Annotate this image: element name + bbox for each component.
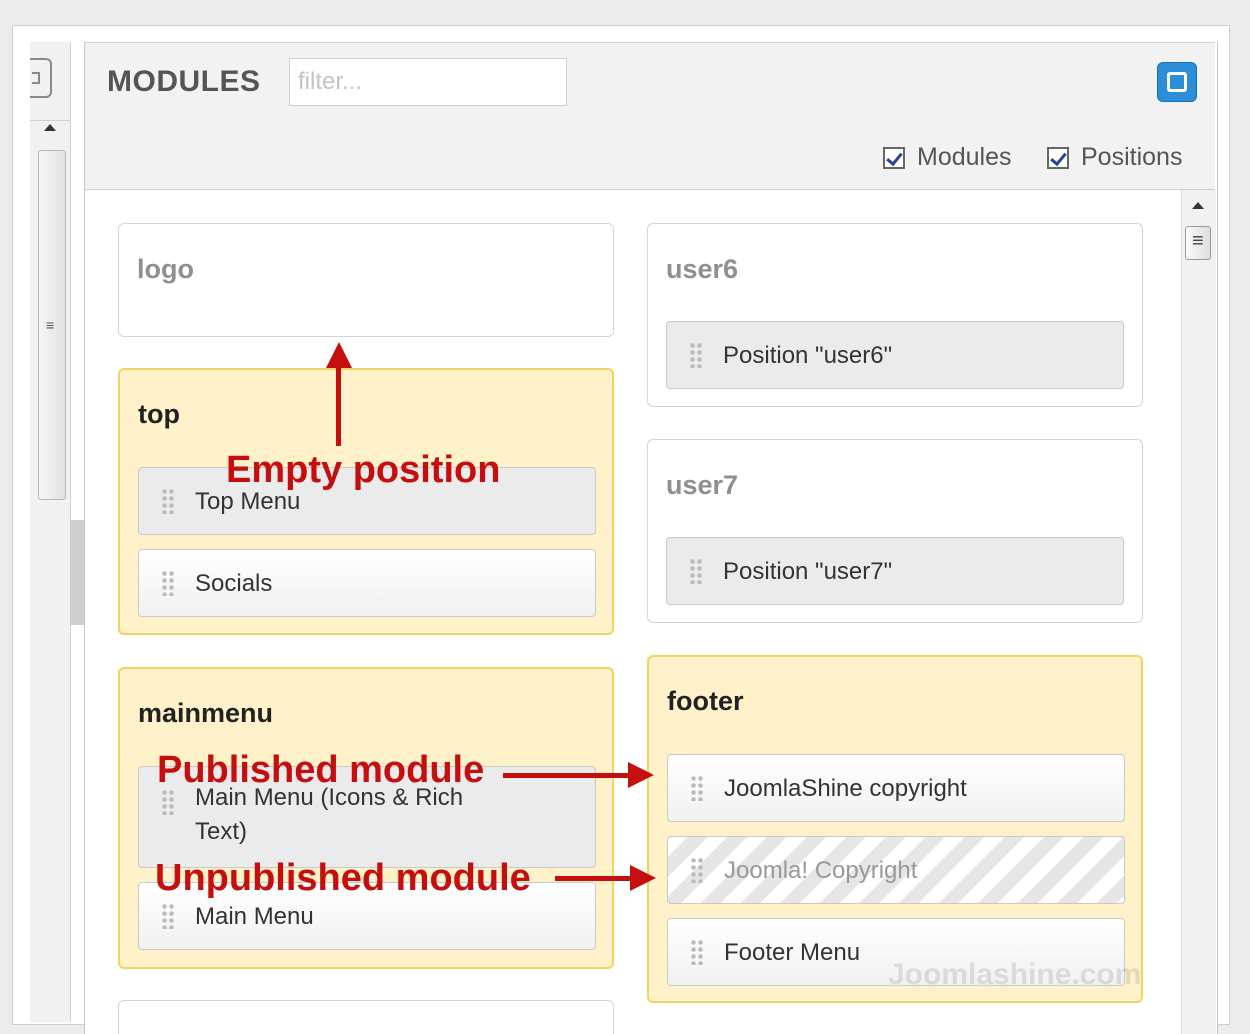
position-user6[interactable]: user6 Position "user6" [647,223,1143,407]
drag-handle-icon[interactable] [161,570,175,596]
modules-toggle[interactable]: Modules [883,143,1012,172]
module-item[interactable]: JoomlaShine copyright [667,754,1125,822]
unpublished-arrow [555,876,632,881]
modules-checkbox-label: Modules [917,143,1012,171]
modules-checkbox[interactable] [883,146,905,169]
module-label: Main Menu [195,903,314,930]
watermark: Joomlashine.com [888,958,1142,991]
modules-header: MODULES [85,42,1215,124]
fullscreen-icon [1167,72,1187,92]
module-item-unpublished[interactable]: Joomla! Copyright [667,836,1125,904]
position-title: footer [667,686,744,716]
module-label: Position "user7" [723,558,893,585]
left-divider [30,120,70,121]
module-item[interactable]: Position "user7" [666,537,1124,605]
empty-position-arrow [336,366,341,446]
drag-handle-icon[interactable] [689,342,703,368]
drag-handle-icon[interactable] [690,939,704,965]
module-label: Main Menu (Icons & Rich Text) [195,784,464,845]
position-top[interactable]: top Top Menu Socials [118,368,614,635]
module-label: Footer Menu [724,939,861,966]
module-label: Joomla! Copyright [724,857,918,884]
filter-input[interactable] [289,58,567,106]
scroll-grip-icon: ≡ [46,317,55,333]
published-arrow [503,773,630,778]
module-item[interactable]: Socials [138,549,596,617]
position-mainmenu[interactable]: mainmenu Main Menu (Icons & Rich Text) M… [118,667,614,969]
right-scrollbar-thumb[interactable] [1185,226,1211,260]
drag-handle-icon[interactable] [161,903,175,929]
page-title: MODULES [107,65,261,98]
right-scrollbar[interactable] [1181,190,1216,1034]
left-scrollbar-track[interactable] [70,520,84,625]
positions-checkbox[interactable] [1047,146,1069,169]
module-item[interactable]: Position "user6" [666,321,1124,389]
arrow-up-icon [326,342,352,368]
position-footer[interactable]: footer JoomlaShine copyright Joomla! Cop… [647,655,1143,1003]
scroll-up-icon[interactable] [1192,202,1204,209]
arrow-right-icon [630,865,656,891]
position-user7[interactable]: user7 Position "user7" [647,439,1143,623]
drag-handle-icon[interactable] [161,789,175,815]
position-title: user7 [666,470,739,500]
positions-toggle[interactable]: Positions [1047,143,1182,172]
module-label: Position "user6" [723,342,893,369]
drag-handle-icon[interactable] [690,775,704,801]
annotation-unpublished-module: Unpublished module [155,857,531,899]
module-label: Socials [195,570,273,597]
annotation-empty-position: Empty position [226,449,501,491]
position-title: top [138,399,180,429]
module-label: JoomlaShine copyright [724,775,967,802]
view-toolbar: Modules Positions [85,123,1215,190]
position-title: mainmenu [138,698,274,728]
position-partial[interactable] [118,1000,614,1034]
position-title: logo [137,254,194,284]
positions-canvas: logo top Top Menu Socials mainmenu Main … [85,190,1181,1034]
fullscreen-button[interactable] [1157,62,1197,102]
arrow-right-icon [628,762,654,788]
drag-handle-icon[interactable] [690,857,704,883]
position-logo[interactable]: logo [118,223,614,337]
annotation-published-module: Published module [157,749,485,791]
drag-handle-icon[interactable] [689,558,703,584]
collapse-panel-icon[interactable] [30,58,52,98]
scroll-up-icon[interactable] [44,124,56,131]
positions-checkbox-label: Positions [1081,143,1183,171]
drag-handle-icon[interactable] [161,488,175,514]
position-title: user6 [666,254,739,284]
